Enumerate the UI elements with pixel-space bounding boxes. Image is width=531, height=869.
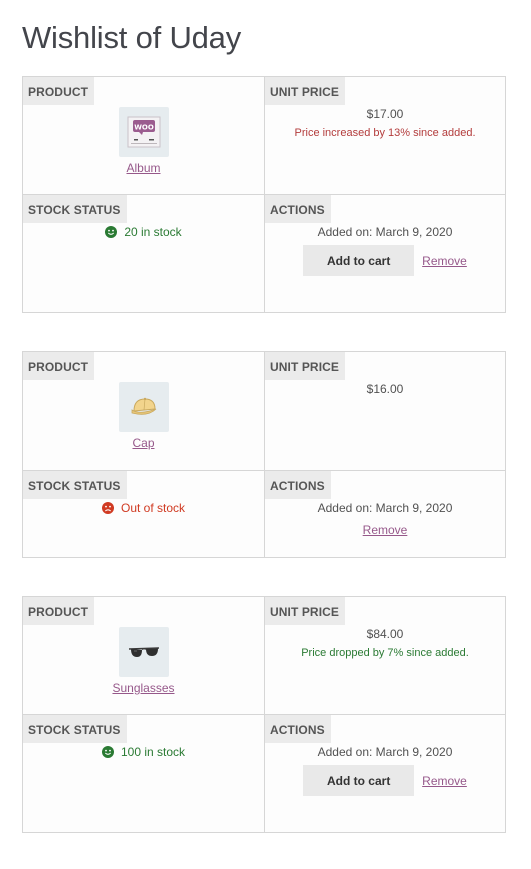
actions-cell: ACTIONS Added on: March 9, 2020 Add to c… (264, 715, 505, 832)
price-change-note: Price dropped by 7% since added. (301, 647, 469, 659)
unit-price-cell: UNIT PRICE $84.00 Price dropped by 7% si… (264, 597, 505, 714)
added-date: Added on: March 9, 2020 (317, 745, 453, 759)
product-header: PRODUCT (23, 352, 95, 380)
stock-status-header: STOCK STATUS (23, 195, 127, 223)
actions-cell: ACTIONS Added on: March 9, 2020 Remove (264, 471, 505, 557)
stock-status: 20 in stock (105, 225, 182, 239)
stock-status: Out of stock (101, 501, 186, 515)
remove-link[interactable]: Remove (422, 774, 467, 788)
unit-price-cell: UNIT PRICE $17.00 Price increased by 13%… (264, 77, 505, 194)
stock-status-header: STOCK STATUS (23, 715, 127, 743)
unit-price: $84.00 (366, 627, 404, 641)
actions-header: ACTIONS (265, 471, 331, 499)
unit-price-header: UNIT PRICE (265, 352, 346, 380)
product-link-cap[interactable]: Cap (23, 436, 264, 450)
product-cell: PRODUCT Sunglasses (23, 597, 264, 714)
price-change-note: Price increased by 13% since added. (294, 127, 476, 139)
smile-icon (101, 746, 114, 758)
product-link-sunglasses[interactable]: Sunglasses (23, 681, 264, 695)
page-title: Wishlist of Uday (22, 20, 242, 55)
stock-status-cell: STOCK STATUS Out of stock (23, 471, 264, 557)
add-to-cart-button[interactable]: Add to cart (303, 765, 415, 796)
unit-price-cell: UNIT PRICE $16.00 (264, 352, 505, 470)
unit-price: $17.00 (366, 107, 404, 121)
woo-album-icon: WOO (127, 116, 160, 148)
remove-link[interactable]: Remove (363, 523, 408, 537)
unit-price-header: UNIT PRICE (265, 77, 346, 105)
added-date: Added on: March 9, 2020 (317, 225, 453, 239)
product-header: PRODUCT (23, 77, 95, 105)
unit-price-header: UNIT PRICE (265, 597, 346, 625)
stock-text: Out of stock (120, 501, 186, 515)
stock-status: 100 in stock (101, 745, 186, 759)
remove-link[interactable]: Remove (422, 254, 467, 268)
stock-status-cell: STOCK STATUS 100 in stock (23, 715, 264, 832)
product-cell: PRODUCT WOO Album (23, 77, 264, 194)
frown-icon (101, 502, 114, 514)
added-date: Added on: March 9, 2020 (317, 501, 453, 515)
actions-cell: ACTIONS Added on: March 9, 2020 Add to c… (264, 195, 505, 312)
product-header: PRODUCT (23, 597, 95, 625)
stock-status-header: STOCK STATUS (23, 471, 127, 499)
unit-price: $16.00 (366, 382, 404, 396)
add-to-cart-button[interactable]: Add to cart (303, 245, 415, 276)
wishlist-item-album: PRODUCT WOO Album UNIT PRICE $17.00 Pric… (22, 76, 506, 313)
product-link-album[interactable]: Album (23, 161, 264, 175)
actions-header: ACTIONS (265, 195, 331, 223)
stock-text: 100 in stock (120, 745, 186, 759)
product-thumbnail[interactable]: WOO (118, 107, 169, 157)
svg-text:WOO: WOO (134, 124, 154, 132)
product-thumbnail[interactable] (118, 627, 169, 677)
wishlist-item-sunglasses: PRODUCT Sunglasses UNIT PRICE $84.00 Pri… (22, 596, 506, 833)
smile-icon (105, 226, 118, 238)
product-thumbnail[interactable] (118, 382, 169, 432)
stock-text: 20 in stock (124, 225, 182, 239)
cap-icon (131, 397, 156, 415)
product-cell: PRODUCT Cap (23, 352, 264, 470)
wishlist-item-cap: PRODUCT Cap UNIT PRICE $16.00 STOCK STAT… (22, 351, 506, 558)
actions-header: ACTIONS (265, 715, 331, 743)
stock-status-cell: STOCK STATUS 20 in stock (23, 195, 264, 312)
sunglasses-icon (128, 647, 159, 657)
